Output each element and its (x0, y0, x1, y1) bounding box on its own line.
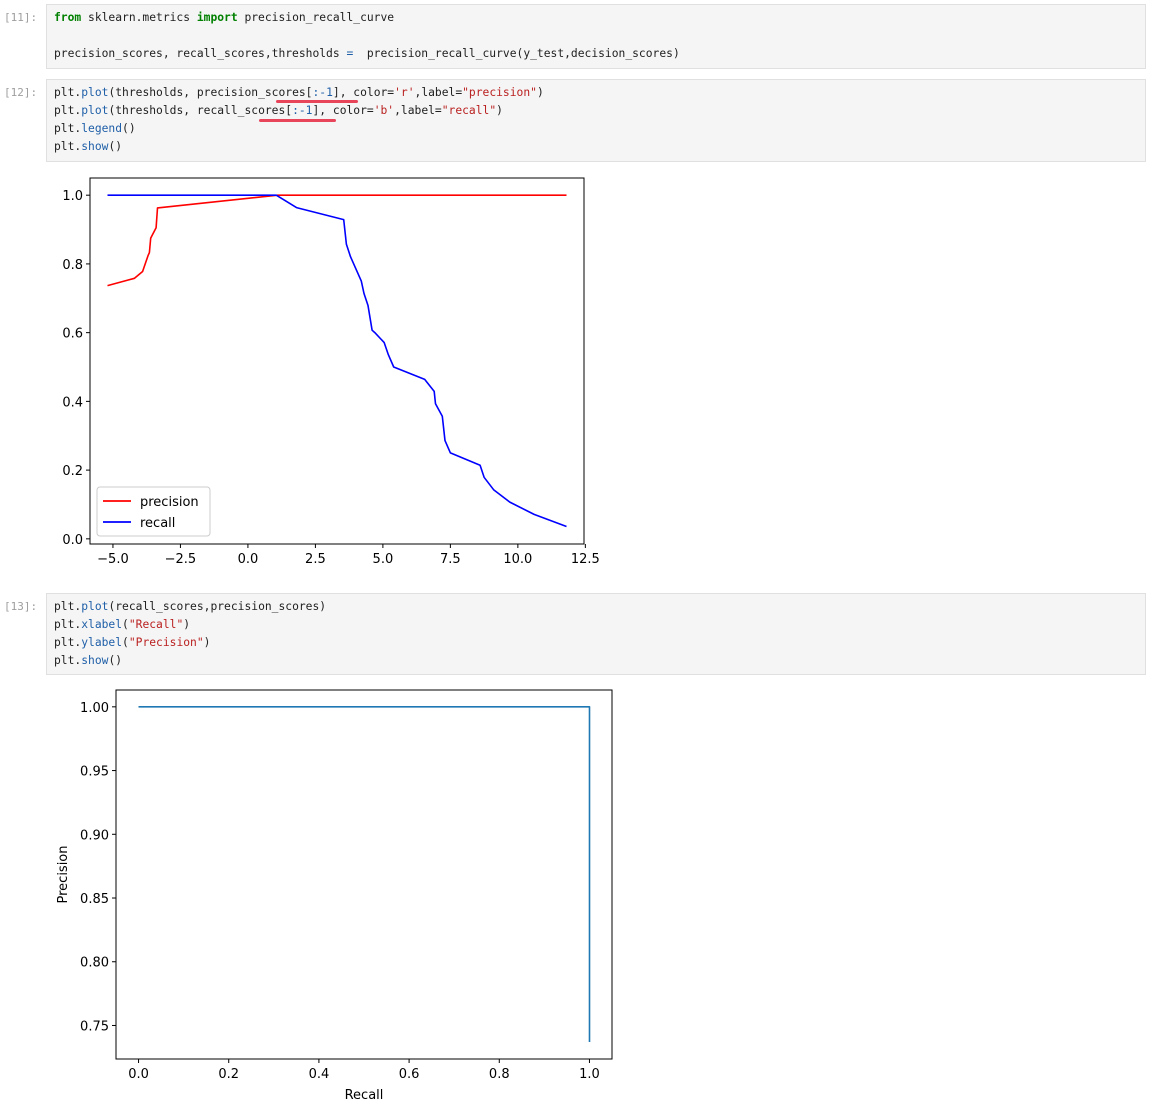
code-token: (thresholds, precision_scores[ (108, 86, 313, 99)
cell-prompt-12: [12]: (4, 86, 38, 99)
x-tick-label: 7.5 (440, 552, 461, 567)
code-token: ( (122, 636, 129, 649)
code-line: plt.plot(thresholds, recall_scores[:-1],… (54, 102, 503, 120)
y-tick-label: 0.2 (62, 464, 83, 479)
code-token: "recall" (441, 104, 497, 117)
x-tick-label: 0.2 (218, 1067, 239, 1082)
code-token: 'r' (394, 86, 415, 99)
code-token: plt. (54, 654, 82, 667)
y-tick-label: 0.75 (80, 1019, 109, 1034)
code-token: plt. (54, 618, 82, 631)
cell-prompt-13: [13]: (4, 600, 38, 613)
code-token: ,label= (414, 86, 463, 99)
code-token: plt. (54, 600, 82, 613)
code-token: :-1 (312, 86, 333, 99)
code-token: plot (81, 104, 109, 117)
code-token: plt. (54, 86, 82, 99)
code-token: plt. (54, 140, 82, 153)
x-tick-label: 5.0 (373, 552, 394, 567)
y-tick-label: 0.90 (80, 828, 109, 843)
code-line: plt.show() (54, 652, 122, 670)
code-token: "precision" (462, 86, 537, 99)
code-line: plt.plot(recall_scores,precision_scores) (54, 598, 326, 616)
x-tick-label: 0.4 (309, 1067, 330, 1082)
x-tick-label: −2.5 (165, 552, 197, 567)
code-token: plt. (54, 104, 82, 117)
code-token: ,label= (394, 104, 442, 117)
code-token: plot (81, 86, 109, 99)
x-tick-label: 1.0 (579, 1067, 600, 1082)
y-tick-label: 1.00 (80, 701, 109, 716)
code-cell-13[interactable]: plt.plot(recall_scores,precision_scores)… (46, 593, 1146, 675)
code-line: plt.xlabel("Recall") (54, 616, 190, 634)
code-token: precision_scores, recall_scores,threshol… (54, 47, 347, 60)
x-tick-label: 0.8 (489, 1067, 510, 1082)
plot-area (115, 689, 613, 1060)
code-token: sklearn.metrics (81, 11, 197, 24)
x-tick-label: −5.0 (97, 552, 129, 567)
code-token: show (81, 140, 109, 153)
code-token: legend (81, 122, 123, 135)
code-line: plt.ylabel("Precision") (54, 634, 210, 652)
y-tick-label: 0.95 (80, 765, 109, 780)
x-tick-label: 2.5 (305, 552, 326, 567)
x-tick-label: 10.0 (503, 552, 532, 567)
code-token: (recall_scores,precision_scores) (108, 600, 327, 613)
code-line: plt.legend() (54, 120, 136, 138)
code-token: ) (496, 104, 503, 117)
code-token: ) (183, 618, 191, 631)
code-token: ) (536, 86, 544, 99)
code-token: import (196, 11, 238, 24)
code-token: "Precision" (128, 636, 204, 649)
code-token: ylabel (81, 636, 123, 649)
code-token: () (108, 654, 123, 667)
code-token: ], color= (312, 104, 374, 117)
code-token: precision_recall_curve(y_test,decision_s… (353, 47, 680, 60)
threshold-line-chart: −5.0 −2.5 0.0 2.5 5.0 7.5 10.0 12.5 0.0 0.2 0.4 0.6… (62, 177, 600, 567)
code-token: plot (81, 600, 109, 613)
legend-label: recall (140, 516, 175, 531)
code-token: 'b' (373, 104, 395, 117)
x-tick-label: 12.5 (571, 552, 600, 567)
code-token: plt. (54, 122, 82, 135)
y-tick-label: 0.6 (62, 327, 83, 342)
code-line: precision_scores, recall_scores,threshol… (54, 45, 680, 63)
x-axis-label: Recall (345, 1088, 384, 1103)
x-tick-label: 0.0 (238, 552, 259, 567)
annotation-underline (259, 119, 336, 122)
code-line: plt.show() (54, 138, 122, 156)
code-token: ) (203, 636, 211, 649)
code-token: () (122, 122, 136, 135)
code-token: ], color= (332, 86, 395, 99)
code-token: :-1 (292, 104, 313, 117)
code-token: xlabel (81, 618, 123, 631)
y-axis-label: Precision (56, 845, 71, 903)
precision-recall-chart: 0.0 0.2 0.4 0.6 0.8 1.0 0.75 0.80 0.85 0.90 0.95 1.… (56, 689, 613, 1103)
x-tick-label: 0.0 (128, 1067, 149, 1082)
code-token: () (108, 140, 123, 153)
x-tick-label: 0.6 (399, 1067, 420, 1082)
y-tick-label: 1.0 (62, 189, 83, 204)
code-token: "Recall" (128, 618, 184, 631)
code-line: from sklearn.metrics import precision_re… (54, 9, 394, 27)
y-tick-label: 0.85 (80, 892, 109, 907)
code-token: precision_recall_curve (237, 11, 395, 24)
code-token: show (81, 654, 109, 667)
y-tick-label: 0.4 (62, 395, 83, 410)
code-token: from (54, 11, 82, 24)
code-token: ( (122, 618, 129, 631)
annotation-underline (276, 100, 358, 103)
code-token: (thresholds, recall_scores[ (108, 104, 293, 117)
legend-label: precision (140, 495, 199, 510)
code-cell-11[interactable]: from sklearn.metrics import precision_re… (46, 4, 1146, 69)
y-tick-label: 0.0 (62, 533, 83, 548)
cell-prompt-11: [11]: (4, 11, 38, 24)
code-token: plt. (54, 636, 82, 649)
y-tick-label: 0.80 (80, 956, 109, 971)
code-cell-12[interactable]: plt.plot(thresholds, precision_scores[:-… (46, 79, 1146, 162)
y-tick-label: 0.8 (62, 258, 83, 273)
